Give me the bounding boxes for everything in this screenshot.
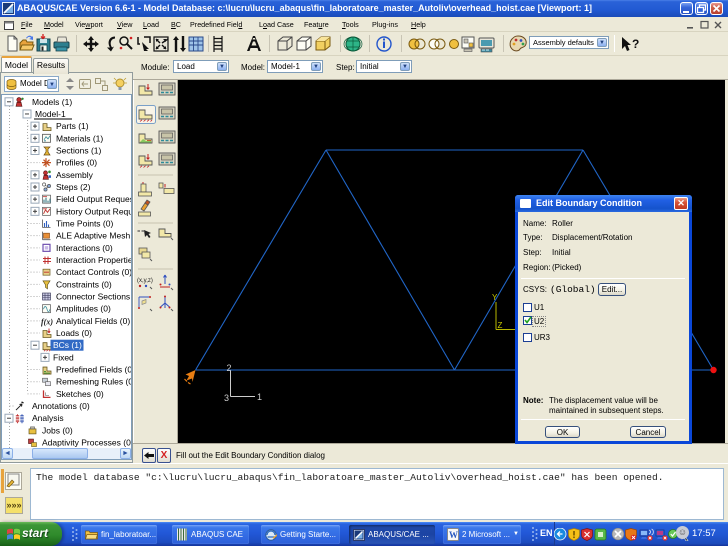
svg-text:?: ? [632,37,639,51]
svg-text:Interaction Properties: Interaction Properties [56,255,131,265]
svg-text:Sketches (0): Sketches (0) [56,389,104,399]
svg-text:Materials (1): Materials (1) [56,133,103,143]
svg-text:f(x): f(x) [41,317,53,326]
svg-text:Annotations (0): Annotations (0) [32,401,90,411]
svg-text:1: 1 [257,392,262,402]
svg-text:2: 2 [227,363,232,373]
svg-text:Remeshing Rules (0): Remeshing Rules (0) [56,377,131,387]
svg-text:(x,y,z): (x,y,z) [137,278,153,284]
svg-text:Parts (1): Parts (1) [56,121,89,131]
svg-text:Jobs (0): Jobs (0) [42,425,73,435]
svg-text:W: W [449,530,458,540]
svg-text:History Output Reque: History Output Reque [56,206,131,216]
svg-text:Interactions (0): Interactions (0) [56,243,113,253]
svg-text:Analytical Fields (0): Analytical Fields (0) [56,316,130,326]
svg-text:3: 3 [224,393,229,403]
svg-text:Constraints (0): Constraints (0) [56,279,112,289]
svg-text:Assembly: Assembly [56,170,94,180]
svg-text:Model-1: Model-1 [35,109,66,119]
svg-text:Y: Y [492,293,498,302]
svg-text:Connector Sections ((: Connector Sections (( [56,292,131,302]
svg-text:Sections (1): Sections (1) [56,145,102,155]
svg-text:ALE Adaptive Mesh Co: ALE Adaptive Mesh Co [56,231,131,241]
svg-text:Time Points (0): Time Points (0) [56,219,113,229]
svg-text:Models (1): Models (1) [32,97,72,107]
svg-text:Loads (0): Loads (0) [56,328,92,338]
svg-text:Analysis: Analysis [32,413,64,423]
svg-text:Predefined Fields (0): Predefined Fields (0) [56,365,131,375]
svg-text:Profiles (0): Profiles (0) [56,158,97,168]
svg-text:Z: Z [498,321,503,330]
svg-text:BCs (1): BCs (1) [53,340,82,350]
svg-text:Contact Controls (0): Contact Controls (0) [56,267,131,277]
svg-text:Field Output Requests: Field Output Requests [56,194,131,204]
svg-text:Steps (2): Steps (2) [56,182,91,192]
svg-text:Fixed: Fixed [53,352,74,362]
svg-text:Adaptivity Processes (0): Adaptivity Processes (0) [42,438,131,448]
svg-text:Amplitudes (0): Amplitudes (0) [56,304,111,314]
